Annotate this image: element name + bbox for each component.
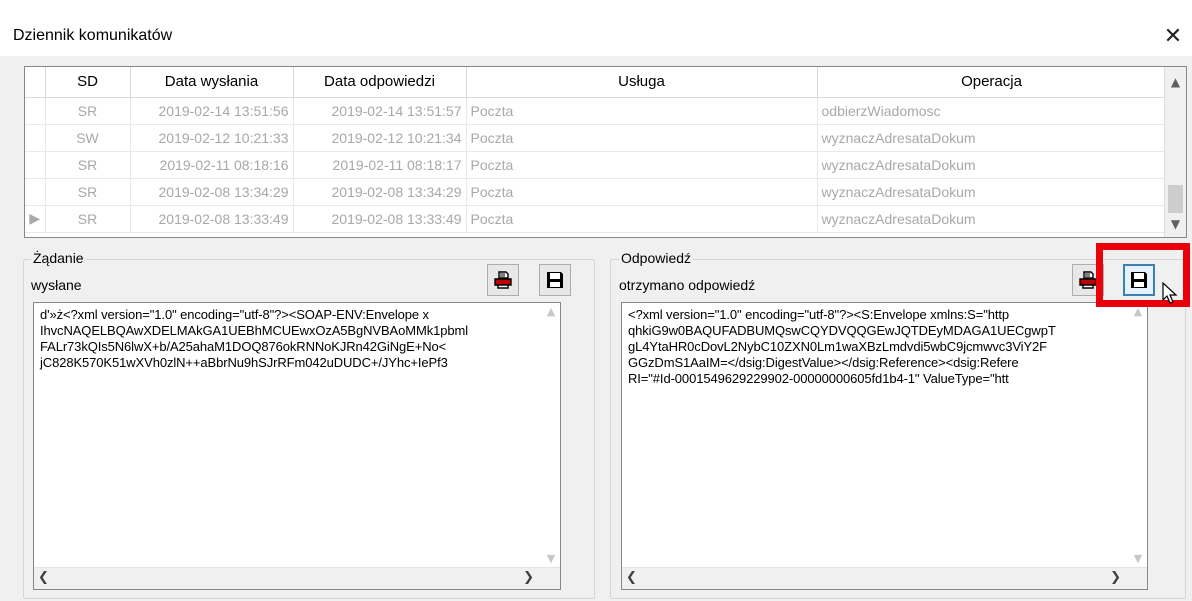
print-icon <box>1079 271 1097 289</box>
row-indicator <box>25 124 46 152</box>
cell-sd: SW <box>45 124 131 152</box>
cell-sd: SR <box>45 178 131 206</box>
cell-sent-date: 2019-02-08 13:34:29 <box>130 178 294 206</box>
scroll-up-icon[interactable]: ▲ <box>1165 71 1186 93</box>
message-table: SD Data wysłania Data odpowiedzi Usługa … <box>25 67 1167 233</box>
scroll-left-icon[interactable]: ❮ <box>38 570 49 585</box>
table-row[interactable]: SR 2019-02-08 13:34:29 2019-02-08 13:34:29… <box>25 178 1167 206</box>
cell-service: Poczta <box>466 97 818 125</box>
response-text-area[interactable]: <?xml version="1.0" encoding="utf-8"?><S… <box>621 302 1148 590</box>
cell-sd: SR <box>45 97 131 125</box>
response-vertical-scrollbar[interactable]: ▲ ▼ <box>1129 303 1147 567</box>
top-strip <box>0 0 1192 18</box>
save-icon <box>547 272 563 288</box>
request-vertical-scrollbar[interactable]: ▲ ▼ <box>542 303 560 567</box>
header-sent-date[interactable]: Data wysłania <box>130 67 294 98</box>
cell-service: Poczta <box>466 178 818 206</box>
cell-operation: wyznaczAdresataDokum <box>817 205 1167 233</box>
window-title: Dziennik komunikatów <box>13 27 173 44</box>
cell-operation: wyznaczAdresataDokum <box>817 178 1167 206</box>
cell-sd: SR <box>45 205 131 233</box>
scroll-up-icon[interactable]: ▲ <box>542 305 560 318</box>
cell-reply-date: 2019-02-12 10:21:34 <box>293 124 467 152</box>
cell-sent-date: 2019-02-12 10:21:33 <box>130 124 294 152</box>
header-operation[interactable]: Operacja <box>817 67 1167 98</box>
row-indicator <box>25 151 46 179</box>
header-sd[interactable]: SD <box>45 67 131 98</box>
header-reply-date[interactable]: Data odpowiedzi <box>293 67 467 98</box>
table-header-row: SD Data wysłania Data odpowiedzi Usługa … <box>25 67 1167 98</box>
row-indicator: ▶ <box>25 205 46 233</box>
response-horizontal-scrollbar[interactable]: ❮ ❯ <box>622 567 1147 589</box>
cell-operation: wyznaczAdresataDokum <box>817 151 1167 179</box>
table-row[interactable]: SR 2019-02-11 08:18:16 2019-02-11 08:18:17… <box>25 151 1167 179</box>
header-service[interactable]: Usługa <box>466 67 818 98</box>
cell-reply-date: 2019-02-08 13:34:29 <box>293 178 467 206</box>
scroll-left-icon[interactable]: ❮ <box>626 570 637 585</box>
table-row[interactable]: SW 2019-02-12 10:21:33 2019-02-12 10:21:34… <box>25 124 1167 152</box>
scroll-right-icon[interactable]: ❯ <box>523 570 534 585</box>
scroll-down-icon[interactable]: ▼ <box>1165 213 1186 235</box>
table-row[interactable]: SR 2019-02-14 13:51:56 2019-02-14 13:51:57… <box>25 97 1167 125</box>
print-icon <box>494 271 512 289</box>
row-indicator <box>25 97 46 125</box>
request-panel-title: Żądanie <box>31 250 86 266</box>
cell-sent-date: 2019-02-08 13:33:49 <box>130 205 294 233</box>
scroll-right-icon[interactable]: ❯ <box>1110 570 1121 585</box>
grid-vertical-scrollbar[interactable]: ▲ ▼ <box>1164 67 1186 237</box>
response-panel-subtitle: otrzymano odpowiedź <box>619 277 756 293</box>
request-panel-subtitle: wysłane <box>31 277 82 293</box>
cell-sent-date: 2019-02-14 13:51:56 <box>130 97 294 125</box>
title-bar: Dziennik komunikatów ✕ <box>0 18 1192 56</box>
response-panel-title: Odpowiedź <box>619 250 694 266</box>
response-text: <?xml version="1.0" encoding="utf-8"?><S… <box>628 307 1056 386</box>
request-print-button[interactable] <box>487 264 519 296</box>
table-row[interactable]: ▶ SR 2019-02-08 13:33:49 2019-02-08 13:33:4… <box>25 205 1167 233</box>
cell-operation: odbierzWiadomosc <box>817 97 1167 125</box>
scroll-down-icon[interactable]: ▼ <box>1129 552 1147 565</box>
cell-service: Poczta <box>466 151 818 179</box>
row-indicator <box>25 178 46 206</box>
cell-reply-date: 2019-02-14 13:51:57 <box>293 97 467 125</box>
close-icon[interactable]: ✕ <box>1158 22 1188 52</box>
message-log-window: Dziennik komunikatów ✕ SD Data wysłania … <box>0 0 1192 601</box>
mouse-cursor-icon <box>1162 282 1178 304</box>
message-grid[interactable]: SD Data wysłania Data odpowiedzi Usługa … <box>24 66 1187 238</box>
request-horizontal-scrollbar[interactable]: ❮ ❯ <box>34 567 560 589</box>
cell-sd: SR <box>45 151 131 179</box>
cell-sent-date: 2019-02-11 08:18:16 <box>130 151 294 179</box>
cell-reply-date: 2019-02-08 13:33:49 <box>293 205 467 233</box>
cell-service: Poczta <box>466 205 818 233</box>
header-indicator <box>25 67 46 98</box>
cell-reply-date: 2019-02-11 08:18:17 <box>293 151 467 179</box>
request-text: d'»ż<?xml version="1.0" encoding="utf-8"… <box>40 307 469 370</box>
cell-service: Poczta <box>466 124 818 152</box>
scroll-down-icon[interactable]: ▼ <box>542 552 560 565</box>
scroll-thumb[interactable] <box>1168 185 1183 213</box>
cell-operation: wyznaczAdresataDokum <box>817 124 1167 152</box>
request-text-area[interactable]: d'»ż<?xml version="1.0" encoding="utf-8"… <box>33 302 561 590</box>
request-save-button[interactable] <box>539 264 571 296</box>
